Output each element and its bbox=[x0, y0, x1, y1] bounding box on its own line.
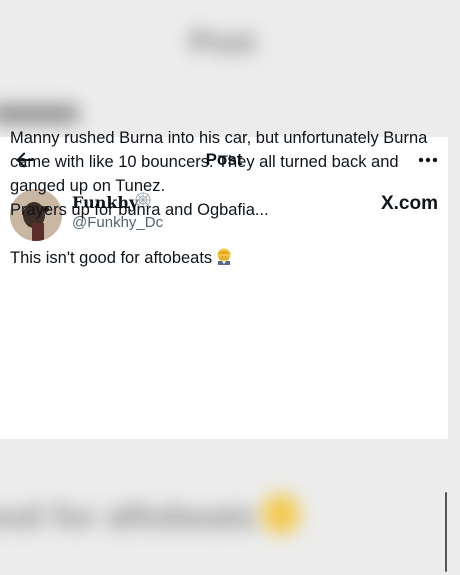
facepalm-emoji-icon bbox=[217, 248, 231, 265]
blurred-title: Post bbox=[190, 26, 256, 59]
post-body: Manny rushed Burna into his car, but unf… bbox=[10, 126, 450, 270]
scrollbar[interactable] bbox=[445, 492, 447, 572]
blurred-emoji bbox=[262, 494, 300, 534]
blurred-bottom-text: ood for aftobeats bbox=[0, 498, 258, 536]
blurred-line bbox=[0, 105, 80, 123]
post-text-line: Manny rushed Burna into his car, but unf… bbox=[10, 129, 428, 195]
post-text-line: This isn't good for aftobeats bbox=[10, 246, 450, 270]
post-text-line: Prayers up for bunra and Ogbafia... bbox=[10, 201, 269, 219]
post-text-final: This isn't good for aftobeats bbox=[10, 249, 213, 267]
